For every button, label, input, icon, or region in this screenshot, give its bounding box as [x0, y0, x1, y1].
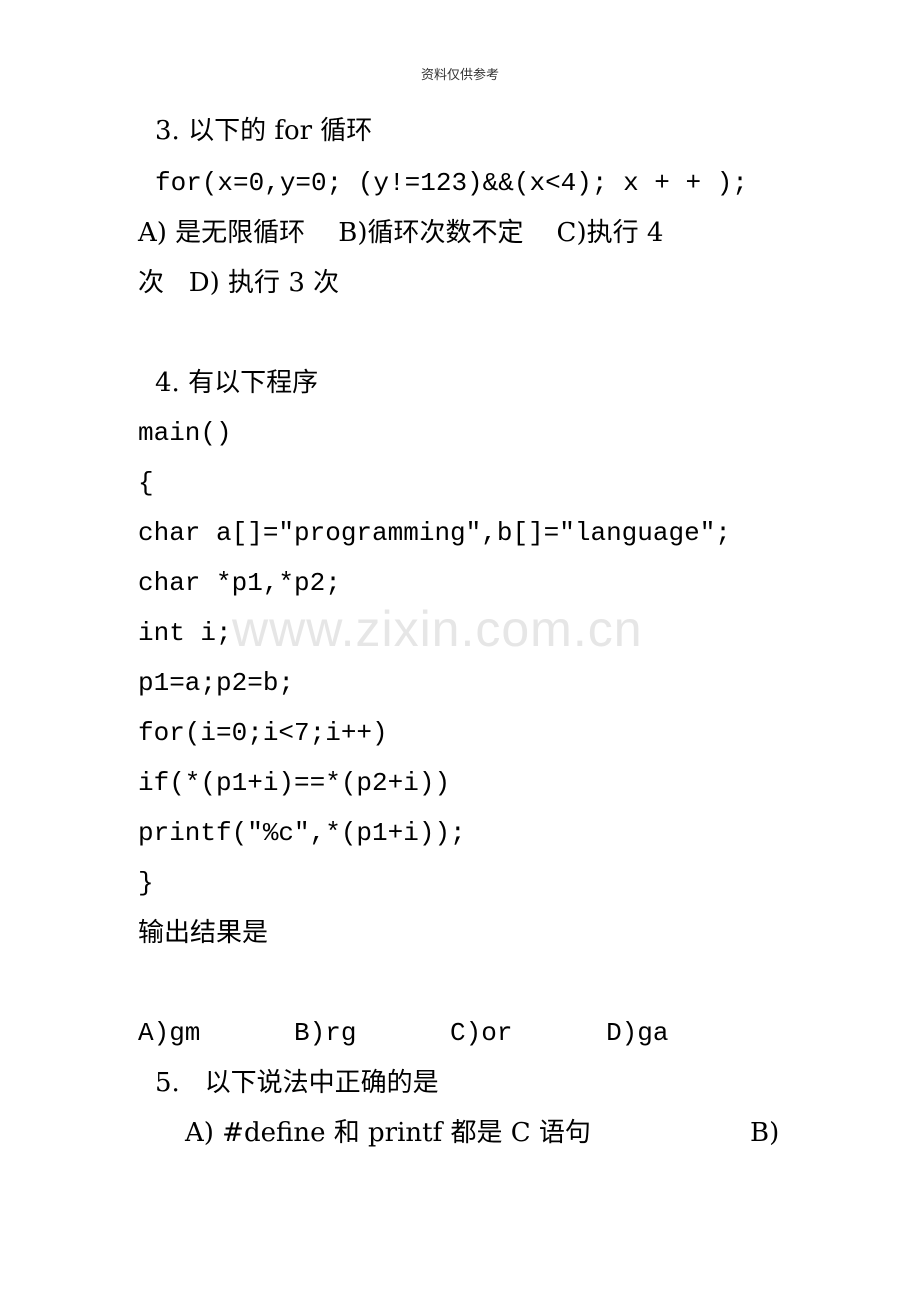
code-line: char a[]="programming",b[]="language"; — [138, 518, 731, 548]
page-header: 资料仅供参考 — [420, 68, 499, 83]
code-line: printf("%c",*(p1+i)); — [138, 818, 466, 848]
q5-option-a: A) #define 和 printf 都是 C 语句 — [185, 1118, 591, 1148]
code-line: main() — [138, 418, 232, 448]
code-line: if(*(p1+i)==*(p2+i)) — [138, 768, 451, 798]
code-line: p1=a;p2=b; — [138, 668, 295, 698]
q4-title: 4. 有以下程序 — [155, 368, 319, 398]
code-line: { — [138, 468, 154, 498]
code-line: } — [138, 868, 154, 898]
q3-options-line1: A) 是无限循环 B)循环次数不定 C)执行 4 — [138, 218, 664, 248]
q5-title: 5. 以下说法中正确的是 — [155, 1068, 439, 1098]
q3-options-line2: 次 D) 执行 3 次 — [138, 268, 340, 298]
watermark: www.zixin.com.cn — [232, 601, 643, 657]
code-line: int i; — [138, 618, 232, 648]
code-line: for(i=0;i<7;i++) — [138, 718, 388, 748]
q4-options: A)gm B)rg C)or D)ga — [138, 1018, 669, 1048]
q5-option-b: B) — [750, 1118, 780, 1148]
q4-prompt: 输出结果是 — [138, 918, 269, 948]
code-line: char *p1,*p2; — [138, 568, 341, 598]
q3-title: 3. 以下的 for 循环 — [155, 116, 373, 146]
q3-code: for(x=0,y=0; (y!=123)&&(x<4); x + + ); — [155, 168, 748, 198]
